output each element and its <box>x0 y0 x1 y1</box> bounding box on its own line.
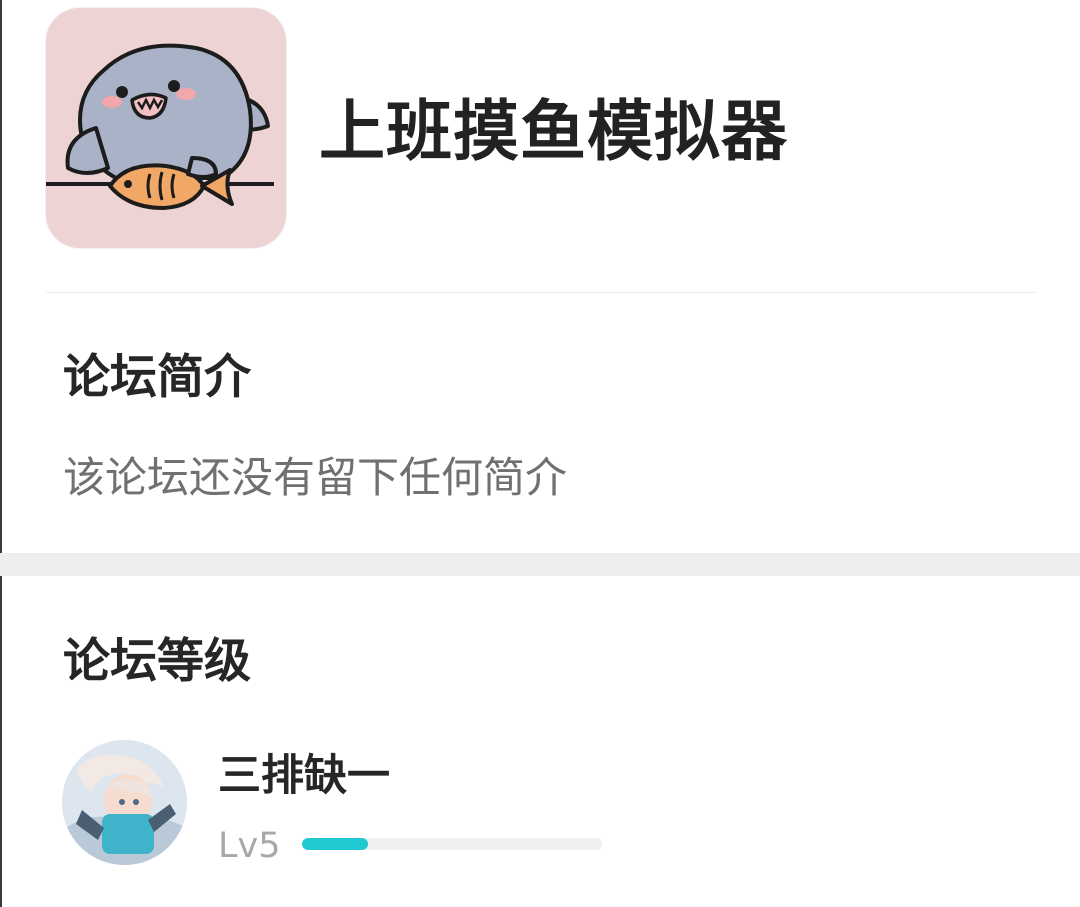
intro-text: 该论坛还没有留下任何简介 <box>63 453 568 502</box>
forum-info-page: 上班摸鱼模拟器 论坛简介 该论坛还没有留下任何简介 论坛等级 三排缺一 Lv5 <box>0 0 1080 907</box>
window-edge <box>0 0 2 907</box>
section-separator <box>0 553 1080 576</box>
shark-holding-fish-icon <box>46 8 286 248</box>
level-progress-fill <box>302 838 368 850</box>
member-name: 三排缺一 <box>218 751 390 801</box>
member-level-label: Lv5 <box>218 826 281 866</box>
forum-header: 上班摸鱼模拟器 <box>46 8 1036 293</box>
level-progress-bar <box>302 838 602 850</box>
intro-heading: 论坛简介 <box>63 350 251 405</box>
forum-title: 上班摸鱼模拟器 <box>319 93 788 170</box>
header-divider <box>46 292 1036 293</box>
avatar[interactable] <box>62 740 187 865</box>
member-level-row[interactable]: 三排缺一 Lv5 <box>62 740 622 870</box>
level-heading: 论坛等级 <box>63 634 251 689</box>
